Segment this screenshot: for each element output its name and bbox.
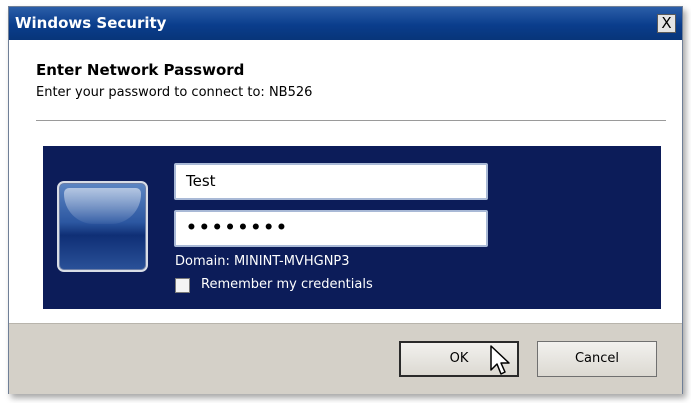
screenshot-frame: Windows Security X Enter Network Passwor…: [0, 0, 691, 403]
window-title: Windows Security: [15, 14, 167, 32]
credential-tile-panel: Test •••••••• Domain: MININT-MVHGNP3 Rem…: [43, 146, 661, 309]
title-bar[interactable]: Windows Security X: [9, 7, 682, 40]
password-field[interactable]: ••••••••: [174, 210, 488, 247]
user-tile-icon: [57, 181, 148, 272]
user-tile-shine: [64, 188, 141, 224]
domain-label: Domain: MININT-MVHGNP3: [175, 254, 350, 269]
username-field[interactable]: Test: [174, 163, 488, 200]
close-button[interactable]: X: [657, 14, 676, 33]
divider: [36, 120, 666, 121]
checkbox-box[interactable]: [175, 278, 190, 293]
cancel-button[interactable]: Cancel: [537, 341, 657, 377]
button-bar: OK Cancel: [9, 323, 682, 394]
windows-security-dialog: Windows Security X Enter Network Passwor…: [8, 6, 683, 394]
dialog-heading: Enter Network Password: [36, 61, 245, 79]
dialog-body: Enter Network Password Enter your passwo…: [9, 40, 682, 323]
remember-credentials-label[interactable]: Remember my credentials: [201, 277, 373, 292]
dialog-subheading: Enter your password to connect to: NB526: [36, 85, 313, 100]
mouse-pointer-icon: [490, 345, 510, 375]
